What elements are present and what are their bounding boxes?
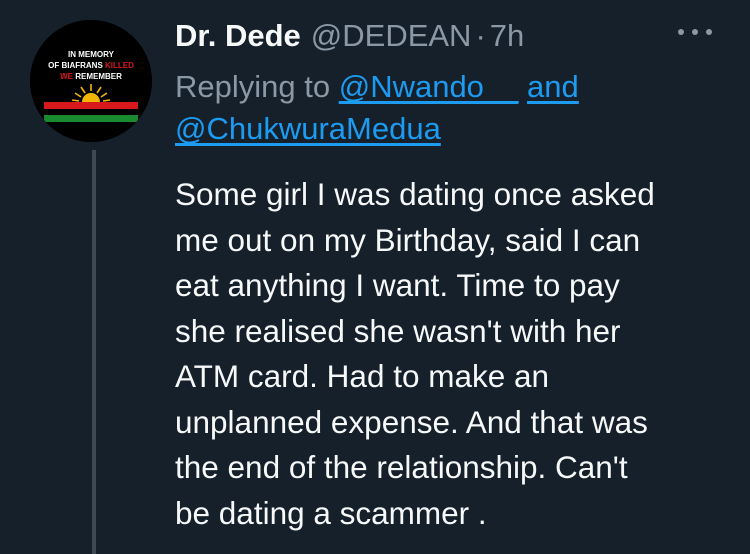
display-name[interactable]: Dr. Dede [175, 16, 301, 56]
replying-to: Replying to @Nwando__ and @ChukwuraMedua [175, 66, 715, 150]
avatar[interactable]: IN MEMORY OF BIAFRANS KILLED WE REMEMBER [30, 20, 152, 142]
timestamp[interactable]: 7h [490, 16, 524, 56]
tweet-header: Dr. Dede @DEDEAN · 7h [175, 16, 524, 56]
avatar-line3: WE REMEMBER [60, 72, 122, 81]
mention-link[interactable]: @ChukwuraMedua [175, 111, 441, 146]
more-options-button[interactable] [678, 22, 712, 42]
user-handle[interactable]: @DEDEAN [311, 16, 472, 56]
more-horizontal-icon-dot [706, 29, 712, 35]
mention-link[interactable]: @Nwando__ [339, 69, 519, 104]
avatar-line2: OF BIAFRANS KILLED [48, 61, 134, 70]
flag-red-stripe [44, 102, 138, 109]
replying-to-prefix: Replying to [175, 69, 339, 104]
tweet[interactable]: IN MEMORY OF BIAFRANS KILLED WE REMEMBER [0, 0, 750, 554]
biafra-memorial-logo-icon: IN MEMORY OF BIAFRANS KILLED WE REMEMBER [30, 20, 152, 142]
avatar-line1: IN MEMORY [68, 50, 115, 59]
mention-link-and[interactable]: and [527, 69, 579, 104]
more-horizontal-icon-dot [692, 29, 698, 35]
tweet-text: Some girl I was dating once asked me out… [175, 176, 655, 531]
flag-black-stripe [44, 109, 138, 115]
separator-dot: · [475, 18, 486, 53]
thread-line [92, 150, 96, 554]
flag-green-stripe [44, 115, 138, 122]
more-horizontal-icon [678, 29, 684, 35]
